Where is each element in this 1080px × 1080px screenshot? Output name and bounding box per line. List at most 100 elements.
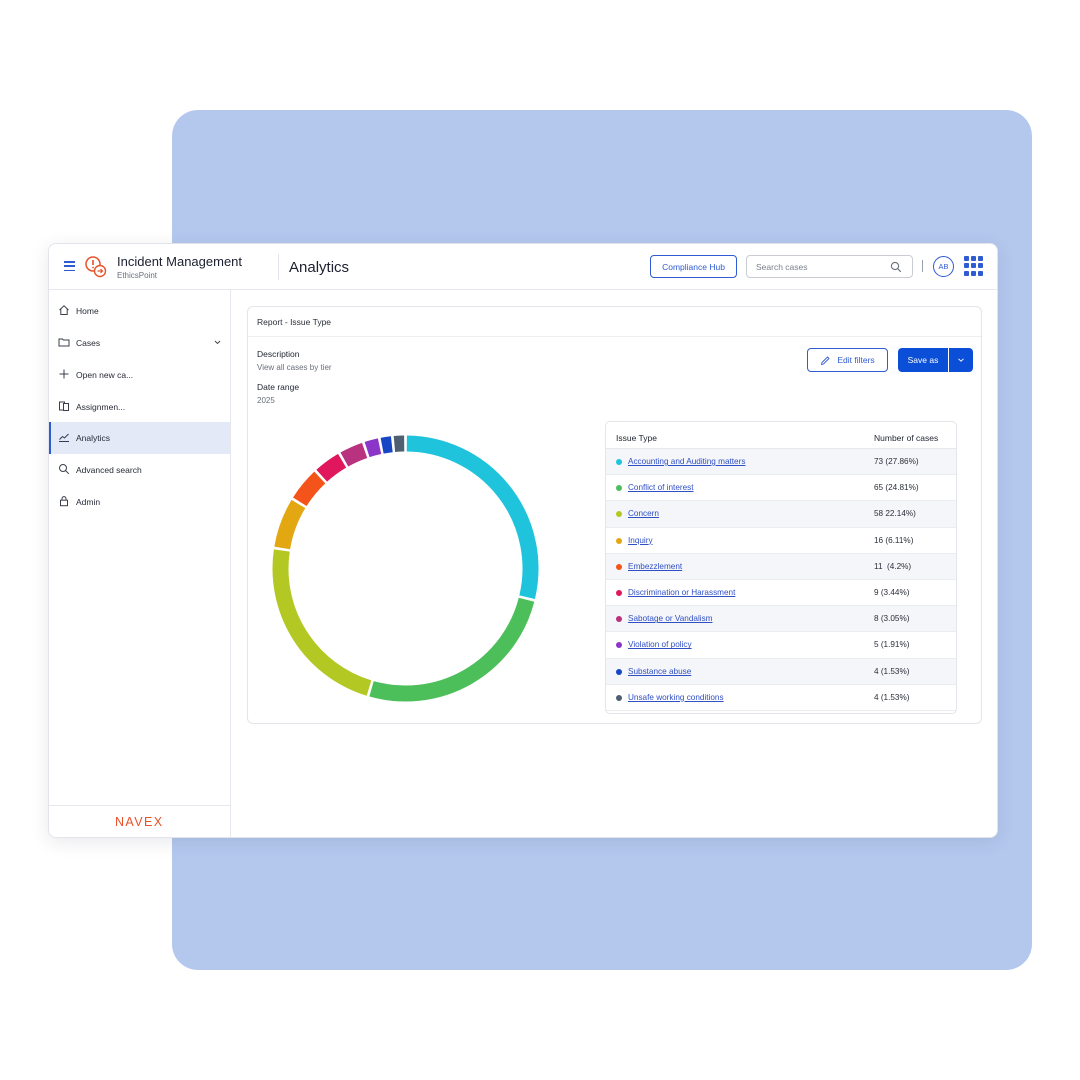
donut-slice [340, 442, 368, 467]
search-icon[interactable] [890, 261, 902, 273]
sidebar-item-label: Advanced search [76, 465, 142, 475]
app-window: Incident Management EthicsPoint Analytic… [48, 243, 998, 838]
home-icon [59, 305, 69, 315]
issue-type-link[interactable]: Violation of policy [628, 640, 692, 649]
donut-slice [274, 499, 306, 550]
report-title: Report - Issue Type [257, 317, 332, 327]
case-count: 73 (27.86%) [874, 457, 919, 466]
app-title: Incident Management [117, 254, 243, 269]
header-separator [922, 260, 923, 272]
table-row: Violation of policy 5 (1.91%) [606, 632, 956, 659]
legend-dot [616, 668, 622, 675]
folder-icon [58, 338, 70, 347]
table-row: Substance abuse 4 (1.53%) [606, 658, 956, 685]
search-icon [59, 464, 70, 475]
description-value: View all cases by tier [257, 363, 332, 372]
navex-logo: NAVEX [115, 815, 164, 829]
top-bar: Incident Management EthicsPoint Analytic… [49, 244, 997, 290]
issue-type-link[interactable]: Substance abuse [628, 667, 691, 676]
case-count: 16 (6.11%) [874, 535, 914, 545]
edit-filters-label: Edit filters [837, 355, 875, 365]
table-row: Sabotage or Vandalism 8 (3.05%) [606, 606, 956, 633]
sidebar-item-label: Analytics [76, 433, 111, 443]
save-as-button[interactable]: Save as [898, 348, 948, 372]
case-count: 58 22.14%) [874, 509, 916, 519]
case-count: 65 (24.81%) [874, 483, 919, 493]
legend-dot [616, 642, 622, 649]
table-row: Conflict of interest 65 (24.81%) [606, 475, 956, 502]
issue-type-link[interactable]: Embezzlement [628, 562, 682, 571]
donut-slice [406, 435, 539, 600]
donut-slice [316, 453, 347, 482]
issue-type-link[interactable]: Conflict of interest [628, 483, 694, 492]
sidebar-item-analytics[interactable]: Analytics [49, 422, 230, 454]
table-row: Unsafe working conditions 4 (1.53%) [606, 685, 956, 711]
sidebar-item-advanced-search[interactable]: Advanced search [49, 454, 230, 486]
case-count: 8 (3.05%) [874, 614, 910, 624]
donut-slice [380, 436, 393, 454]
compliance-hub-button[interactable]: Compliance Hub [650, 255, 737, 278]
avatar[interactable]: AB [933, 256, 954, 277]
table-row: Discrimination or Harassment 9 (3.44%) [606, 580, 956, 607]
issue-type-link[interactable]: Accounting and Auditing matters [628, 457, 745, 466]
legend-dot [616, 459, 622, 465]
plus-icon [59, 369, 69, 379]
issue-type-link[interactable]: Discrimination or Harassment [628, 588, 735, 597]
pencil-icon [821, 355, 830, 365]
legend-dot [616, 485, 622, 492]
case-count: 11 (4.2%) [874, 561, 912, 571]
donut-slice [272, 549, 372, 696]
donut-slice [364, 438, 382, 458]
issue-type-donut-chart [272, 435, 539, 702]
legend-dot [616, 694, 622, 701]
legend-dot [616, 590, 622, 596]
date-range-value: 2025 [257, 396, 275, 405]
sidebar-item-label: Home [76, 306, 99, 316]
search-input[interactable] [756, 261, 884, 273]
sidebar-item-cases[interactable]: Cases [49, 327, 230, 359]
table-row: Inquiry 16 (6.11%) [606, 528, 956, 554]
sidebar-item-label: Assignmen... [76, 402, 126, 412]
search-box[interactable] [746, 255, 913, 278]
table-header: Issue Type Number of cases [606, 422, 956, 449]
sidebar-footer: NAVEX [49, 805, 230, 837]
sidebar-item-label: Cases [76, 338, 101, 348]
sidebar-item-label: Admin [76, 497, 101, 507]
issue-type-link[interactable]: Inquiry [628, 536, 653, 545]
sidebar-item-label: Open new ca... [76, 370, 134, 380]
app-subtitle: EthicsPoint [117, 271, 158, 280]
sidebar-item-open-new-case[interactable]: Open new ca... [49, 359, 230, 391]
hamburger-menu-icon[interactable] [64, 261, 75, 272]
apps-grid-icon[interactable] [964, 256, 984, 276]
date-range-label: Date range [257, 382, 300, 392]
edit-filters-button[interactable]: Edit filters [807, 348, 888, 372]
page-title: Analytics [289, 259, 350, 276]
chevron-down-icon [958, 358, 964, 362]
assignments-icon [59, 401, 69, 411]
lock-icon [60, 496, 68, 507]
legend-dot [616, 537, 622, 544]
sidebar-item-home[interactable]: Home [49, 295, 230, 327]
save-as-dropdown[interactable] [949, 348, 973, 372]
issue-type-link[interactable]: Sabotage or Vandalism [628, 614, 713, 623]
table-row: Accounting and Auditing matters 73 (27.86… [606, 449, 956, 476]
issue-type-link[interactable]: Unsafe working conditions [628, 693, 724, 702]
sidebar-item-admin[interactable]: Admin [49, 486, 230, 518]
report-card: Report - Issue Type Description View all… [247, 306, 982, 724]
column-header-number-of-cases: Number of cases [874, 433, 939, 443]
sidebar: Home Cases Open new ca... Assignmen... A… [49, 290, 231, 837]
header-divider [278, 254, 279, 280]
legend-dot [616, 511, 622, 518]
sidebar-item-assignments[interactable]: Assignmen... [49, 391, 230, 423]
donut-slice [369, 597, 535, 702]
chevron-down-icon[interactable] [213, 338, 222, 347]
chart-icon [59, 433, 69, 442]
donut-slice [293, 471, 326, 507]
report-card-header: Report - Issue Type [248, 307, 981, 337]
table-row: Embezzlement 11 (4.2%) [606, 553, 956, 580]
table-row: Concern 58 22.14%) [606, 501, 956, 528]
issue-type-link[interactable]: Concern [628, 509, 659, 518]
case-count: 5 (1.91%) [874, 640, 910, 650]
column-header-issue-type: Issue Type [616, 433, 657, 443]
description-label: Description [257, 349, 300, 359]
